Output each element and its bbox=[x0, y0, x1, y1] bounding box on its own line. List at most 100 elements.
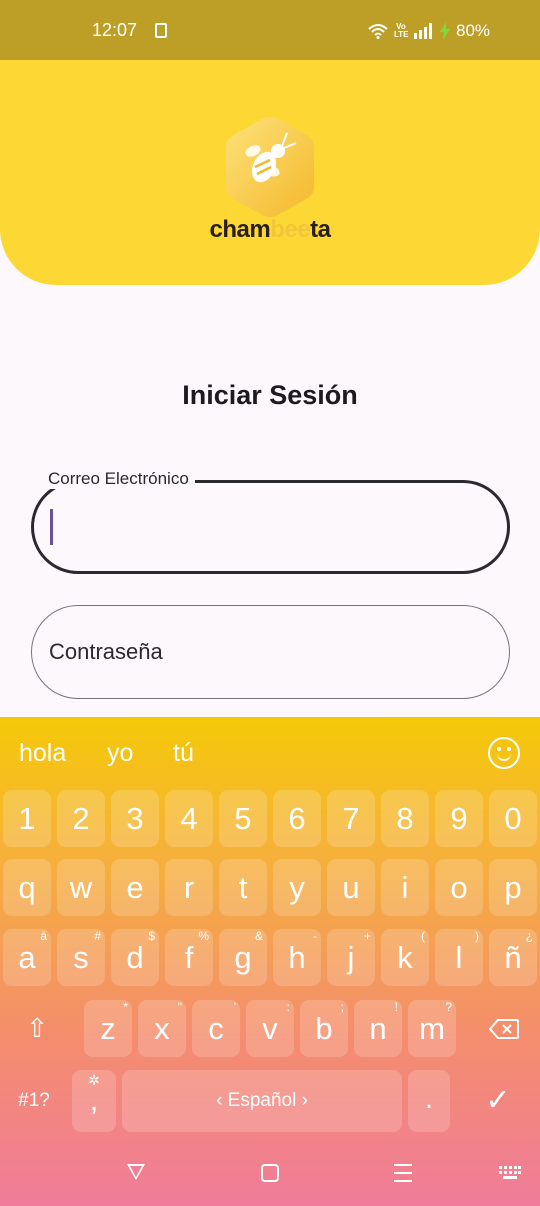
battery-percent: 80% bbox=[456, 21, 491, 40]
key-i[interactable]: i bbox=[381, 859, 429, 916]
volte-icon: Vo LTE bbox=[394, 22, 409, 39]
key-q[interactable]: q bbox=[3, 859, 51, 916]
enter-key[interactable]: ✓ bbox=[458, 1070, 538, 1132]
key-p[interactable]: p bbox=[489, 859, 537, 916]
key-3[interactable]: 3 bbox=[111, 790, 159, 847]
key-label: x bbox=[154, 1011, 170, 1046]
key-hint: & bbox=[254, 929, 263, 943]
key-7[interactable]: 7 bbox=[327, 790, 375, 847]
sim-card-icon bbox=[155, 23, 167, 38]
key-label: d bbox=[126, 940, 144, 975]
key-hint: % bbox=[198, 929, 209, 943]
password-field[interactable]: Contraseña bbox=[31, 605, 510, 699]
backspace-icon bbox=[489, 1019, 519, 1039]
suggestion-2[interactable]: yo bbox=[107, 739, 133, 768]
key-label: s bbox=[73, 940, 89, 975]
key-label: r bbox=[183, 870, 195, 905]
key-hint: - bbox=[313, 929, 317, 943]
key-label: 8 bbox=[396, 801, 414, 836]
key-o[interactable]: o bbox=[435, 859, 483, 916]
key-hint: ; bbox=[340, 1000, 344, 1014]
key-ñ[interactable]: ¿ ñ bbox=[489, 929, 537, 986]
key-hint: ) bbox=[475, 929, 479, 943]
key-label: o bbox=[450, 870, 468, 905]
suggestion-3[interactable]: tú bbox=[173, 739, 194, 768]
key-f[interactable]: % f bbox=[165, 929, 213, 986]
key-hint: á bbox=[40, 929, 47, 943]
key-m[interactable]: ? m bbox=[408, 1000, 456, 1057]
status-bar: 12:07 Vo LTE 80% bbox=[0, 0, 540, 60]
key-label: 6 bbox=[288, 801, 306, 836]
key-label: 1 bbox=[18, 801, 36, 836]
keyboard-switch-icon[interactable] bbox=[499, 1166, 521, 1180]
key-label: a bbox=[18, 940, 36, 975]
key-hint: ¿ bbox=[525, 929, 533, 943]
key-hint: + bbox=[363, 929, 371, 943]
key-y[interactable]: y bbox=[273, 859, 321, 916]
key-t[interactable]: t bbox=[219, 859, 267, 916]
key-w[interactable]: w bbox=[57, 859, 105, 916]
key-label: 5 bbox=[234, 801, 252, 836]
key-n[interactable]: ! n bbox=[354, 1000, 402, 1057]
suggestion-1[interactable]: hola bbox=[19, 739, 66, 768]
status-icons: Vo LTE 80% bbox=[368, 21, 490, 41]
key-label: j bbox=[347, 940, 355, 975]
space-key[interactable]: ‹ Español › bbox=[122, 1070, 402, 1132]
nav-recents-icon[interactable] bbox=[394, 1164, 412, 1182]
key-v[interactable]: :v bbox=[246, 1000, 294, 1057]
comma-key[interactable]: ✲ , bbox=[72, 1070, 116, 1132]
suggestion-bar: hola yo tú bbox=[0, 717, 540, 787]
header-banner: chambeeta bbox=[0, 60, 540, 285]
key-l[interactable]: ) l bbox=[435, 929, 483, 986]
key-u[interactable]: u bbox=[327, 859, 375, 916]
key-label: 7 bbox=[342, 801, 360, 836]
nav-back-icon[interactable] bbox=[127, 1164, 145, 1180]
key-j[interactable]: + j bbox=[327, 929, 375, 986]
key-s[interactable]: # s bbox=[57, 929, 105, 986]
email-field[interactable] bbox=[31, 480, 510, 574]
password-placeholder: Contraseña bbox=[49, 639, 163, 664]
key-label: q bbox=[18, 870, 36, 905]
email-field-label: Correo Electrónico bbox=[42, 469, 195, 489]
key-1[interactable]: 1 bbox=[3, 790, 51, 847]
key-a[interactable]: áa bbox=[3, 929, 51, 986]
key-label: 3 bbox=[126, 801, 144, 836]
emoji-icon[interactable] bbox=[488, 737, 520, 769]
key-d[interactable]: $ d bbox=[111, 929, 159, 986]
key-hint: ! bbox=[394, 1000, 398, 1014]
wifi-icon bbox=[368, 24, 388, 39]
nav-home-icon[interactable] bbox=[261, 1164, 279, 1182]
key-e[interactable]: e bbox=[111, 859, 159, 916]
text-cursor bbox=[50, 509, 53, 545]
key-hint: ( bbox=[421, 929, 425, 943]
key-c[interactable]: ' c bbox=[192, 1000, 240, 1057]
key-label: n bbox=[369, 1011, 387, 1046]
key-5[interactable]: 5 bbox=[219, 790, 267, 847]
key-4[interactable]: 4 bbox=[165, 790, 213, 847]
key-label: g bbox=[234, 940, 252, 975]
keyboard: hola yo tú 1 2 3 4 5 6 7 8 9 0 q w e r t y u i o p á a # s $ d% f &… bbox=[0, 717, 540, 1206]
key-h[interactable]: -h bbox=[273, 929, 321, 986]
brand-logo-text: chambeeta bbox=[209, 216, 331, 243]
key-8[interactable]: 8 bbox=[381, 790, 429, 847]
backspace-key[interactable] bbox=[469, 1000, 537, 1057]
key-z[interactable]: * z bbox=[84, 1000, 132, 1057]
key-label: v bbox=[262, 1011, 278, 1046]
key-2[interactable]: 2 bbox=[57, 790, 105, 847]
key-k[interactable]: (k bbox=[381, 929, 429, 986]
period-key[interactable]: . bbox=[408, 1070, 450, 1132]
key-label: 0 bbox=[504, 801, 522, 836]
key-label: t bbox=[238, 870, 248, 905]
key-9[interactable]: 9 bbox=[435, 790, 483, 847]
key-label: e bbox=[126, 870, 144, 905]
key-0[interactable]: 0 bbox=[489, 790, 537, 847]
symbols-key[interactable]: #1? bbox=[3, 1070, 65, 1132]
page-title: Iniciar Sesión bbox=[182, 380, 358, 410]
key-6[interactable]: 6 bbox=[273, 790, 321, 847]
comma-key-label: , bbox=[89, 1084, 99, 1117]
key-g[interactable]: & g bbox=[219, 929, 267, 986]
shift-key[interactable]: ⇧ bbox=[3, 1000, 71, 1057]
key-r[interactable]: r bbox=[165, 859, 213, 916]
key-x[interactable]: " x bbox=[138, 1000, 186, 1057]
key-b[interactable]: ; b bbox=[300, 1000, 348, 1057]
